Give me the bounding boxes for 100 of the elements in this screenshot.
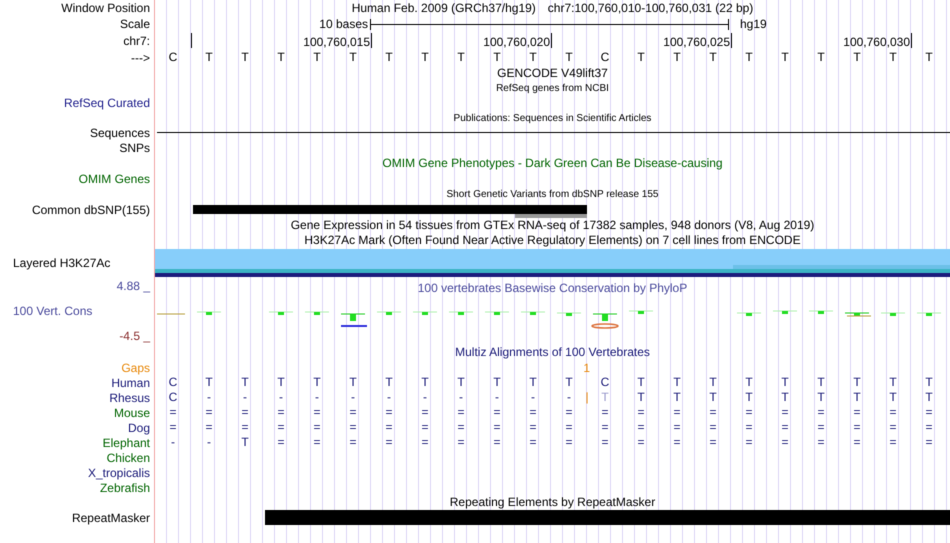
alignment-cell-text: -: [566, 391, 572, 404]
alignment-cell-text: T: [672, 376, 682, 389]
track-label: 100 Vert. Cons: [13, 304, 92, 318]
alignment-cell-text: =: [492, 436, 502, 449]
alignment-cell-text: =: [348, 421, 358, 434]
alignment-cell-text: =: [276, 421, 286, 434]
alignment-cell-text: =: [924, 436, 934, 449]
base-letter: T: [349, 51, 357, 64]
alignment-cell-text: =: [744, 436, 754, 449]
alignment-cell-text: =: [456, 421, 466, 434]
alignment-cell-text: T: [780, 391, 790, 404]
track-title: Multiz Alignments of 100 Vertebrates: [455, 346, 650, 359]
alignment-cell-text: T: [744, 376, 754, 389]
alignment-cell-text: T: [456, 376, 466, 389]
base-letter: T: [889, 51, 897, 64]
ruler-label: 100,760,015: [303, 36, 371, 49]
row-label: Scale: [120, 17, 150, 31]
alignment-cell-text: T: [888, 391, 898, 404]
track-title: 100 vertebrates Basewise Conservation by PhyloP: [418, 281, 688, 295]
alignment-cell-text: =: [204, 421, 214, 434]
alignment-cell-text: T: [888, 376, 898, 389]
track-title: Repeating Elements by RepeatMasker: [450, 496, 656, 509]
alignment-cell-text: =: [384, 406, 394, 419]
alignment-cell-text: T: [276, 376, 286, 389]
alignment-cell-text: =: [888, 436, 898, 449]
alignment-cell-text: =: [888, 406, 898, 419]
base-letter: C: [168, 51, 178, 64]
alignment-cell-text: =: [780, 436, 790, 449]
alignment-cell-text: -: [206, 391, 212, 404]
scale-text: 10 bases: [319, 17, 369, 31]
row-label: chr7:: [123, 34, 150, 48]
alignment-cell-text: -: [530, 391, 536, 404]
alignment-cell-text: -: [278, 391, 284, 404]
assembly-label: hg19: [739, 17, 767, 31]
base-letter: T: [745, 51, 753, 64]
alignment-cell-text: =: [816, 406, 826, 419]
alignment-cell-text: -: [314, 391, 320, 404]
alignment-cell-text: =: [420, 406, 430, 419]
alignment-cell-text: T: [312, 376, 322, 389]
alignment-cell-text: -: [350, 391, 356, 404]
alignment-cell-text: =: [384, 421, 394, 434]
alignment-cell-text: =: [780, 406, 790, 419]
track-label: Layered H3K27Ac: [13, 256, 110, 270]
alignment-cell-text: -: [458, 391, 464, 404]
alignment-cell-text: =: [168, 406, 178, 419]
alignment-cell-text: C: [168, 391, 178, 404]
alignment-cell-text: T: [672, 391, 682, 404]
track-title: OMIM Gene Phenotypes - Dark Green Can Be Disease-causing: [382, 157, 723, 170]
base-letter: C: [600, 51, 610, 64]
alignment-cell-text: =: [420, 421, 430, 434]
alignment-cell-text: =: [456, 436, 466, 449]
alignment-cell-text: C: [168, 376, 178, 389]
track-label: Sequences: [90, 126, 150, 140]
alignment-cell-text: T: [636, 391, 646, 404]
alignment-cell-text: T: [744, 391, 754, 404]
alignment-cell-text: =: [240, 406, 250, 419]
tick-mark: [551, 33, 552, 48]
alignment-cell-text: =: [924, 421, 934, 434]
alignment-cell-text: =: [528, 436, 538, 449]
alignment-cell-text: =: [636, 406, 646, 419]
alignment-cell-text: T: [924, 391, 934, 404]
base-letter: T: [709, 51, 717, 64]
alignment-cell-text: =: [492, 406, 502, 419]
track-title: RefSeq genes from NCBI: [496, 82, 609, 94]
base-letter: T: [565, 51, 573, 64]
alignment-cell-text: =: [600, 436, 610, 449]
species-label: Mouse: [114, 406, 150, 420]
alignment-cell-text: =: [564, 436, 574, 449]
species-label: Elephant: [102, 436, 150, 450]
base-letter: T: [421, 51, 429, 64]
track-title: H3K27Ac Mark (Often Found Near Active Regulatory Elements) on 7 cell lines from ENCODE: [304, 234, 801, 247]
track-title: GENCODE V49lift37: [497, 67, 608, 80]
species-label: Rhesus: [109, 390, 150, 404]
alignment-cell-text: T: [564, 376, 574, 389]
alignment-cell-text: -: [422, 391, 428, 404]
alignment-cell-text: =: [600, 406, 610, 419]
base-letter: T: [313, 51, 321, 64]
alignment-cell-text: T: [816, 391, 826, 404]
track-label: RepeatMasker: [72, 510, 150, 524]
alignment-cell-text: =: [492, 421, 502, 434]
row-label: Window Position: [61, 1, 150, 15]
alignment-cell-text: T: [924, 376, 934, 389]
alignment-cell-text: =: [312, 406, 322, 419]
position-text: chr7:100,760,010-100,760,031 (22 bp): [548, 1, 754, 15]
alignment-cell-text: =: [204, 406, 214, 419]
alignment-cell-text: =: [348, 406, 358, 419]
alignment-cell-text: =: [564, 406, 574, 419]
axis-min-label: -4.5 _: [119, 329, 150, 343]
alignment-cell-text: =: [816, 436, 826, 449]
alignment-cell-text: -: [170, 436, 176, 449]
base-letter: T: [529, 51, 537, 64]
base-letter: T: [637, 51, 645, 64]
alignment-cell-text: =: [564, 421, 574, 434]
species-label: Human: [111, 376, 150, 390]
base-letter: T: [853, 51, 861, 64]
alignment-cell-text: =: [312, 436, 322, 449]
alignment-cell-text: T: [492, 376, 502, 389]
alignment-cell-text: =: [600, 421, 610, 434]
alignment-cell-text: C: [600, 376, 610, 389]
tick-mark: [911, 33, 912, 48]
